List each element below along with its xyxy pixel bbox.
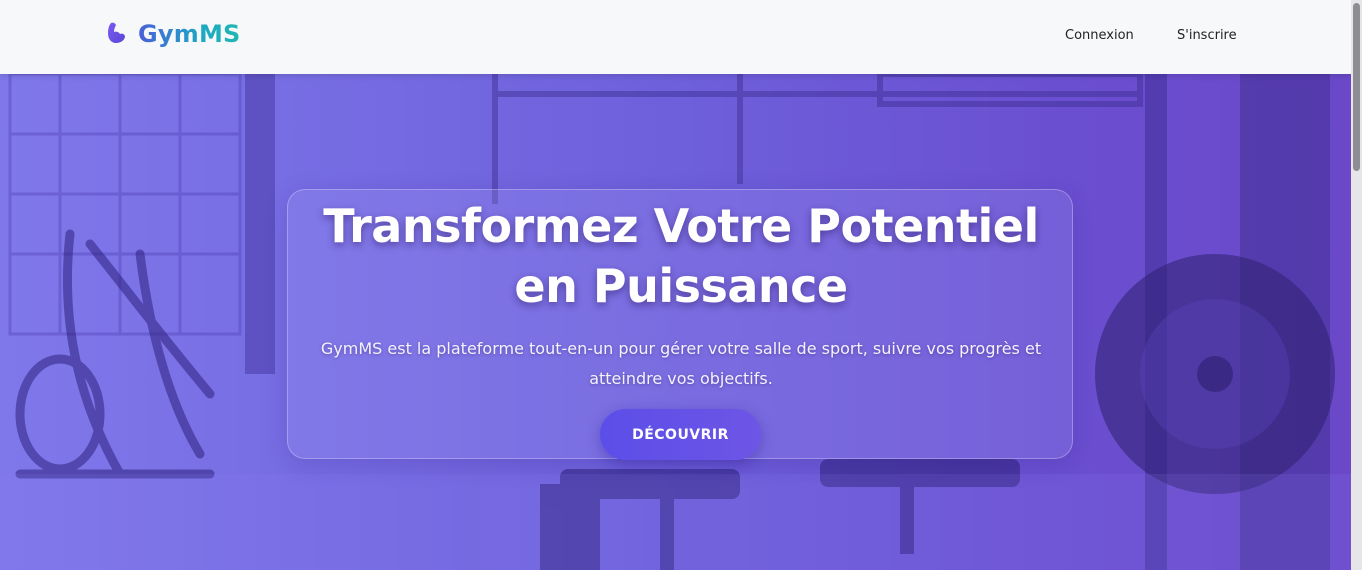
page-scrollbar[interactable] [1351, 0, 1362, 570]
flexed-bicep-icon [108, 22, 125, 43]
hero-subtitle: GymMS est la plateforme tout-en-un pour … [320, 339, 1042, 388]
hero-section: Transformez Votre Potentiel en Puissance… [0, 74, 1351, 570]
brand-logo[interactable]: GymMS [105, 20, 241, 48]
nav-login-link[interactable]: Connexion [1065, 28, 1134, 43]
discover-button[interactable]: DÉCOUVRIR [600, 409, 761, 460]
scrollbar-thumb[interactable] [1353, 3, 1360, 171]
nav-register-link[interactable]: S'inscrire [1177, 28, 1237, 43]
hero-title: Transformez Votre Potentiel en Puissance [323, 199, 1039, 313]
site-header: GymMS Connexion S'inscrire [0, 0, 1351, 74]
brand-name: GymMS [138, 20, 241, 48]
hero-card: Transformez Votre Potentiel en Puissance… [287, 189, 1073, 460]
